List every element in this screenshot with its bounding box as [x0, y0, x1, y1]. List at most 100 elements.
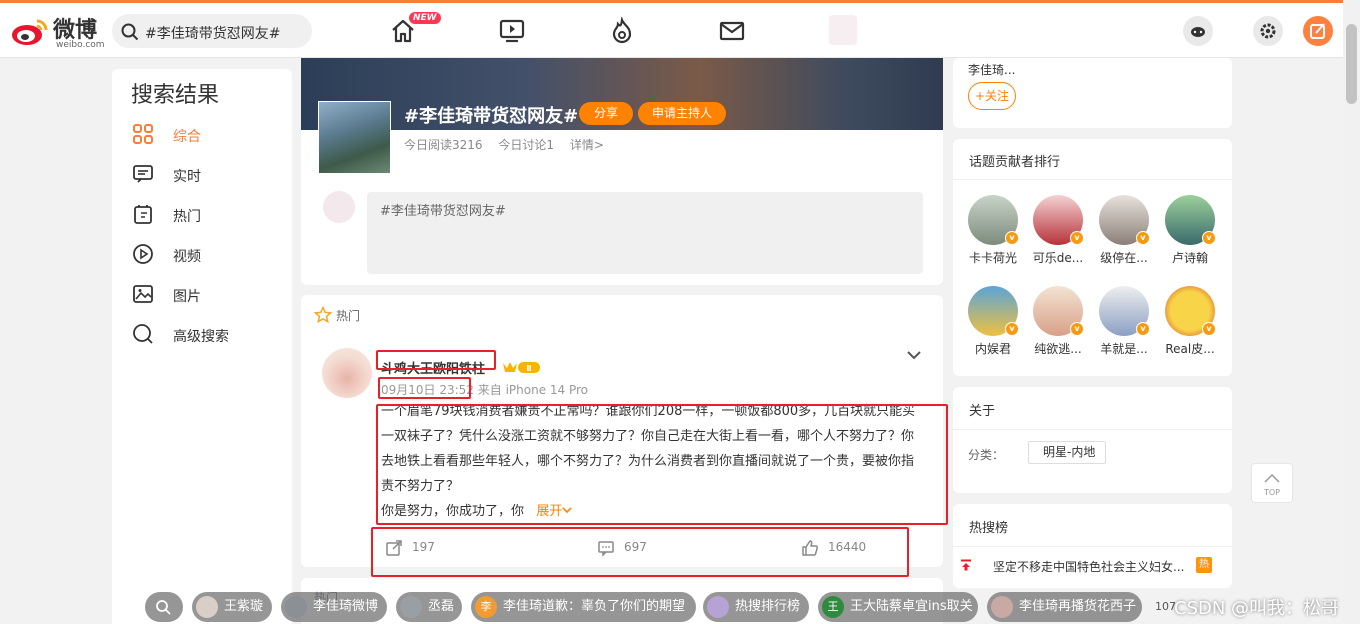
- related-chip[interactable]: 王紫璇: [192, 592, 272, 622]
- sidebar-item-advanced-search[interactable]: 高级搜索: [132, 323, 272, 347]
- settings-button[interactable]: [1253, 16, 1283, 46]
- verified-badge-icon: v: [1070, 322, 1084, 336]
- sidebar-item-comprehensive[interactable]: 综合: [132, 123, 272, 147]
- chip-label: 热搜排行榜: [735, 599, 801, 614]
- search-box[interactable]: #李佳琦带货怼网友#: [112, 14, 312, 48]
- related-chip[interactable]: 王王大陆蔡卓宜ins取关: [818, 592, 978, 622]
- contributor-avatar: v: [1099, 286, 1150, 336]
- hot-section-label: 热门: [313, 305, 361, 324]
- pin-top-icon: [961, 559, 971, 571]
- search-icon: [121, 23, 139, 41]
- related-chip[interactable]: 李佳琦微博: [281, 592, 387, 622]
- arrow-up-icon: [1264, 473, 1280, 483]
- chip-avatar: 王: [822, 596, 844, 618]
- topic-stats: 今日阅读3216 今日讨论1 详情>: [404, 136, 616, 153]
- highlight-actions-box: [371, 527, 909, 577]
- chip-label: 李佳琦再播货花西子: [1019, 599, 1137, 614]
- verified-badge-icon: v: [1202, 322, 1216, 336]
- message-icon[interactable]: [718, 17, 746, 45]
- contributor-item[interactable]: v 级停在...: [1096, 195, 1152, 266]
- highlight-time-box: [378, 377, 471, 399]
- video-nav-icon[interactable]: [498, 17, 526, 45]
- search-result-sidebar: 搜索结果 综合 实时 热门 视频 图片 高级搜索: [112, 69, 292, 624]
- apply-host-button[interactable]: 申请主持人: [638, 102, 726, 125]
- contributor-name: 纯欲逃...: [1034, 342, 1082, 356]
- contributor-avatar: v: [968, 286, 1019, 336]
- scrollbar-thumb[interactable]: [1346, 24, 1357, 104]
- verified-badge-icon: v: [1136, 322, 1150, 336]
- game-button[interactable]: [1183, 16, 1213, 46]
- verified-badge-icon: v: [1005, 231, 1019, 245]
- compose-button[interactable]: [1303, 16, 1333, 46]
- contributor-item[interactable]: v 内娱君: [965, 286, 1021, 357]
- composer-text[interactable]: #李佳琦带货怼网友#: [380, 200, 506, 219]
- gear-icon: [1260, 23, 1276, 39]
- sidebar-item-hot[interactable]: 热门: [132, 203, 272, 227]
- chip-label: 李佳琦道歉：辜负了你们的期望: [503, 599, 686, 614]
- contributor-avatar: v: [968, 195, 1019, 245]
- top-navigation-bar: 微博 weibo.com #李佳琦带货怼网友# NEW: [0, 3, 1360, 58]
- hot-search-text: 坚定不移走中国特色社会主义妇女...: [993, 560, 1185, 574]
- contributor-name: 可乐de...: [1032, 251, 1084, 265]
- contributor-item[interactable]: v 卡卡荷光: [965, 195, 1021, 266]
- sidebar-item-label: 综合: [173, 129, 201, 145]
- topic-title: #李佳琦带货怼网友#: [404, 106, 579, 127]
- related-user-card: 李佳琦... +关注: [953, 58, 1232, 128]
- composer-avatar: [323, 191, 355, 223]
- sidebar-item-images[interactable]: 图片: [132, 283, 272, 307]
- contributor-item[interactable]: v 卢诗翰: [1162, 195, 1218, 266]
- topic-cover-image[interactable]: [318, 101, 391, 174]
- chevron-down-icon[interactable]: [906, 347, 922, 363]
- divider: [953, 546, 1232, 547]
- contributor-item[interactable]: v 可乐de...: [1030, 195, 1086, 266]
- grid-icon: [133, 124, 153, 144]
- weibo-logo-icon: [12, 19, 48, 45]
- hot-search-title: 热搜榜: [969, 521, 1009, 536]
- follow-button[interactable]: +关注: [968, 82, 1016, 110]
- share-button[interactable]: 分享: [579, 102, 633, 125]
- chip-label: 李佳琦微博: [313, 599, 379, 614]
- post-composer[interactable]: #李佳琦带货怼网友#: [367, 192, 923, 274]
- chip-avatar: [707, 596, 729, 618]
- hot-fire-icon[interactable]: [608, 17, 636, 45]
- category-tag[interactable]: 明星-内地: [1028, 441, 1107, 464]
- back-to-top-button[interactable]: TOP: [1251, 463, 1293, 503]
- contributor-item[interactable]: v 羊就是...: [1096, 286, 1152, 357]
- sidebar-title: 搜索结果: [131, 83, 220, 108]
- star-icon: [313, 305, 333, 324]
- contributor-item[interactable]: v Real皮...: [1162, 286, 1218, 357]
- quick-search-chip[interactable]: [145, 592, 183, 622]
- read-count: 今日阅读3216: [404, 138, 483, 152]
- contributors-title: 话题贡献者排行: [969, 155, 1061, 170]
- discuss-count: 今日讨论1: [498, 138, 555, 152]
- contributors-card: 话题贡献者排行 v 卡卡荷光 v 可乐de... v 级停在... v 卢诗翰 v 内娱君…: [953, 139, 1232, 376]
- about-title: 关于: [969, 404, 996, 419]
- related-chip[interactable]: 李李佳琦道歉：辜负了你们的期望: [471, 592, 696, 622]
- hot-search-item[interactable]: 坚定不移走中国特色社会主义妇女... 热: [953, 554, 1232, 578]
- contributor-avatar: v: [1033, 195, 1084, 245]
- search-input-value[interactable]: #李佳琦带货怼网友#: [145, 23, 280, 43]
- contributor-item[interactable]: v 纯欲逃...: [1030, 286, 1086, 357]
- post-author-avatar[interactable]: [322, 348, 372, 398]
- related-chip[interactable]: 热搜排行榜: [703, 592, 809, 622]
- about-card: 关于 分类： 明星-内地: [953, 387, 1232, 493]
- weibo-logo[interactable]: 微博 weibo.com: [10, 13, 105, 50]
- highlight-author-box: [376, 350, 496, 370]
- sidebar-item-realtime[interactable]: 实时: [132, 163, 272, 187]
- post-source: 来自 iPhone 14 Pro: [477, 383, 589, 397]
- related-chip[interactable]: 李佳琦再播货花西子: [987, 592, 1142, 622]
- verified-badge-icon: v: [1005, 322, 1019, 336]
- section-label-text: 热门: [336, 309, 361, 323]
- verified-badge-icon: v: [1136, 231, 1150, 245]
- divider: [953, 179, 1232, 180]
- related-user-name[interactable]: 李佳琦...: [968, 61, 1015, 78]
- chip-count: 107: [1155, 600, 1176, 613]
- details-link[interactable]: 详情>: [570, 138, 604, 152]
- contributor-avatar: v: [1033, 286, 1084, 336]
- topic-header-card: #李佳琦带货怼网友# 分享 申请主持人 今日阅读3216 今日讨论1 详情> #…: [301, 58, 943, 285]
- user-avatar[interactable]: [829, 15, 857, 45]
- sidebar-item-video[interactable]: 视频: [132, 243, 272, 267]
- gamepad-icon: [1191, 27, 1205, 37]
- related-chip[interactable]: 丞磊: [396, 592, 462, 622]
- chip-label: 王大陆蔡卓宜ins取关: [850, 599, 973, 614]
